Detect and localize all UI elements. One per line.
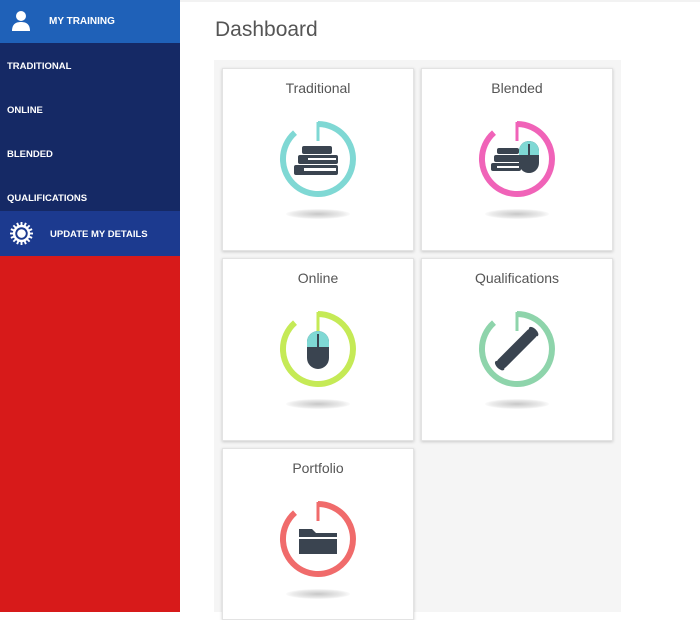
sidebar-item-label: BLENDED <box>7 149 53 160</box>
sidebar-item-label: QUALIFICATIONS <box>7 193 88 204</box>
my-training-label: MY TRAINING <box>49 16 115 27</box>
card-traditional[interactable]: Traditional <box>222 68 414 251</box>
icon-shadow <box>485 209 549 219</box>
sidebar-item-label: TRADITIONAL <box>7 61 72 72</box>
books-mouse-icon <box>478 121 555 197</box>
diploma-icon <box>478 311 555 387</box>
sidebar-item-online[interactable]: ONLINE <box>0 87 180 131</box>
card-qualifications[interactable]: Qualifications <box>421 258 613 441</box>
sidebar-item-label: ONLINE <box>7 105 43 116</box>
card-blended[interactable]: Blended <box>421 68 613 251</box>
sidebar: MY TRAINING TRADITIONAL ONLINE BLENDED Q… <box>0 0 180 612</box>
icon-shadow <box>286 209 350 219</box>
card-online[interactable]: Online <box>222 258 414 441</box>
sidebar-item-traditional[interactable]: TRADITIONAL <box>0 43 180 87</box>
mouse-icon <box>279 311 356 387</box>
card-title: Blended <box>491 80 543 96</box>
sidebar-item-blended[interactable]: BLENDED <box>0 131 180 175</box>
card-title: Traditional <box>285 80 351 96</box>
update-my-details-button[interactable]: UPDATE MY DETAILS <box>0 211 180 256</box>
update-my-details-label: UPDATE MY DETAILS <box>50 229 148 240</box>
card-title: Qualifications <box>474 270 560 286</box>
card-title: Online <box>297 270 339 286</box>
page-title: Dashboard <box>215 18 318 41</box>
icon-shadow <box>485 399 549 409</box>
icon-shadow <box>286 399 350 409</box>
sidebar-menu: TRADITIONAL ONLINE BLENDED QUALIFICATION… <box>0 43 180 211</box>
card-title: Portfolio <box>292 460 344 476</box>
icon-shadow <box>286 589 350 599</box>
card-portfolio[interactable]: Portfolio <box>222 448 414 620</box>
user-icon <box>9 9 33 33</box>
dashboard-panel: Traditional Blended Online Qualification… <box>214 60 621 620</box>
top-divider <box>180 0 700 2</box>
my-training-header[interactable]: MY TRAINING <box>0 0 180 43</box>
folder-icon <box>279 501 356 577</box>
gear-icon <box>10 222 33 245</box>
books-icon <box>279 121 356 197</box>
